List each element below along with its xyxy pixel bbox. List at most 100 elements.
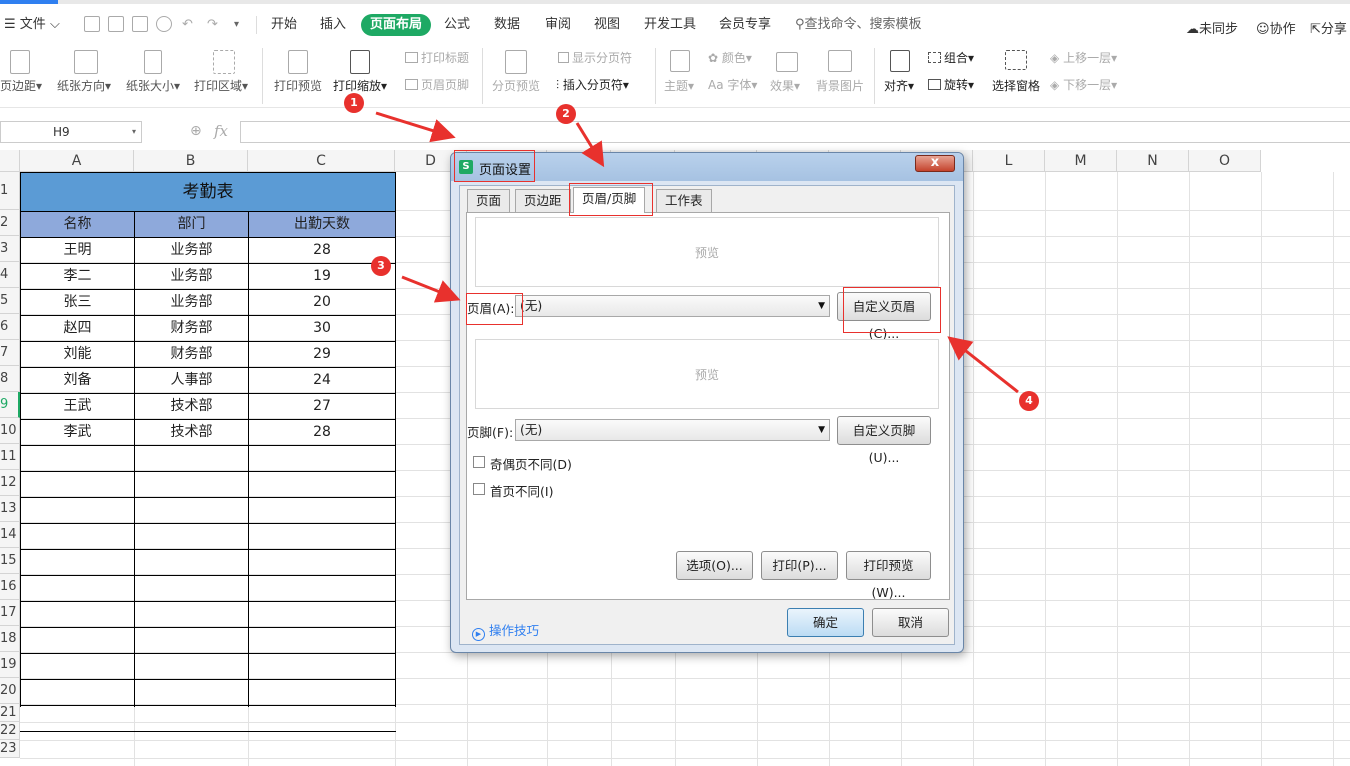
ok-button[interactable]: 确定 [787, 608, 864, 637]
row-header-3[interactable]: 3 [0, 236, 20, 262]
selection-pane-button[interactable]: 选择窗格 [992, 77, 1040, 94]
tab-member[interactable]: 会员专享 [719, 14, 771, 36]
zoom-icon[interactable]: ⊕ [190, 123, 202, 139]
cancel-button[interactable]: 取消 [872, 608, 949, 637]
paper-size-button[interactable]: 纸张大小▾ [126, 77, 180, 94]
tab-home[interactable]: 开始 [271, 14, 297, 36]
export-icon[interactable] [108, 16, 124, 32]
tab-sheet[interactable]: 工作表 [656, 189, 712, 213]
column-header-b[interactable]: B [134, 150, 248, 172]
table-title[interactable]: 考勤表 [21, 173, 395, 211]
table-cell[interactable]: 张三 [21, 290, 134, 316]
odd-even-label[interactable]: 奇偶页不同(D) [490, 454, 572, 473]
tab-formulas[interactable]: 公式 [444, 14, 470, 36]
row-header-12[interactable]: 12 [0, 470, 20, 496]
row-header-1[interactable]: 1 [0, 172, 20, 210]
command-search[interactable]: ⚲查找命令、搜索模板 [795, 14, 922, 36]
row-header-6[interactable]: 6 [0, 314, 20, 340]
row-header-22[interactable]: 22 [0, 722, 20, 740]
footer-select[interactable]: (无) ▼ [515, 419, 830, 441]
share-button[interactable]: ⇱分享 [1310, 18, 1347, 37]
row-header-23[interactable]: 23 [0, 740, 20, 758]
first-page-label[interactable]: 首页不同(I) [490, 481, 553, 500]
tab-review[interactable]: 审阅 [545, 14, 571, 36]
table-cell[interactable]: 业务部 [135, 264, 248, 290]
page-break-preview-button[interactable]: 分页预览 [492, 77, 540, 94]
show-page-breaks-checkbox[interactable]: 显示分页符 [558, 49, 632, 66]
close-button[interactable]: x [915, 155, 955, 172]
table-cell[interactable]: 王明 [21, 238, 134, 264]
table-cell[interactable]: 财务部 [135, 316, 248, 342]
column-header-cell[interactable]: 名称 [21, 212, 134, 238]
table-cell[interactable]: 28 [249, 420, 395, 446]
print-titles-button[interactable]: 打印标题 [405, 49, 469, 66]
column-header-o[interactable]: O [1189, 150, 1261, 172]
row-header-9[interactable]: 9 [0, 392, 20, 418]
custom-footer-button[interactable]: 自定义页脚(U)... [837, 416, 931, 465]
table-cell[interactable]: 技术部 [135, 394, 248, 420]
tab-insert[interactable]: 插入 [320, 14, 346, 36]
row-header-16[interactable]: 16 [0, 574, 20, 600]
table-cell[interactable]: 29 [249, 342, 395, 368]
table-cell[interactable]: 赵四 [21, 316, 134, 342]
row-header-2[interactable]: 2 [0, 210, 20, 236]
row-header-19[interactable]: 19 [0, 652, 20, 678]
print-scale-button[interactable]: 打印缩放▾ [333, 77, 387, 94]
row-header-5[interactable]: 5 [0, 288, 20, 314]
margins-button[interactable]: 页边距▾ [0, 77, 42, 94]
column-header-cell[interactable]: 部门 [135, 212, 248, 238]
table-cell[interactable]: 李二 [21, 264, 134, 290]
row-header-18[interactable]: 18 [0, 626, 20, 652]
table-cell[interactable]: 27 [249, 394, 395, 420]
formula-input[interactable] [240, 121, 1350, 143]
row-header-13[interactable]: 13 [0, 496, 20, 522]
column-header-c[interactable]: C [248, 150, 395, 172]
odd-even-checkbox[interactable] [473, 456, 485, 468]
table-cell[interactable]: 24 [249, 368, 395, 394]
align-button[interactable]: 对齐▾ [884, 77, 914, 94]
fonts-button[interactable]: Aa 字体▾ [708, 76, 757, 93]
table-cell[interactable]: 刘备 [21, 368, 134, 394]
background-image-button[interactable]: 背景图片 [816, 77, 864, 94]
select-all-corner[interactable] [0, 150, 20, 172]
table-cell[interactable]: 20 [249, 290, 395, 316]
column-header-l[interactable]: L [973, 150, 1045, 172]
print-preview-button[interactable]: 打印预览 [274, 77, 322, 94]
theme-button[interactable]: 主题▾ [664, 77, 694, 94]
row-header-4[interactable]: 4 [0, 262, 20, 288]
tips-link[interactable]: ▶ 操作技巧 [472, 620, 539, 641]
print-icon[interactable] [132, 16, 148, 32]
colors-button[interactable]: ✿ 颜色▾ [708, 49, 752, 66]
row-header-20[interactable]: 20 [0, 678, 20, 704]
tab-view[interactable]: 视图 [594, 14, 620, 36]
undo-icon[interactable]: ↶ [182, 14, 193, 36]
table-cell[interactable]: 业务部 [135, 290, 248, 316]
table-cell[interactable]: 人事部 [135, 368, 248, 394]
rotate-button[interactable]: 旋转▾ [928, 76, 974, 93]
column-header-n[interactable]: N [1117, 150, 1189, 172]
send-backward-button[interactable]: ◈ 下移一层▾ [1050, 76, 1117, 93]
header-footer-button[interactable]: 页眉页脚 [405, 76, 469, 93]
print-area-button[interactable]: 打印区域▾ [194, 77, 248, 94]
row-header-21[interactable]: 21 [0, 704, 20, 722]
table-cell[interactable]: 技术部 [135, 420, 248, 446]
row-header-17[interactable]: 17 [0, 600, 20, 626]
table-cell[interactable]: 业务部 [135, 238, 248, 264]
print-button[interactable]: 打印(P)... [761, 551, 838, 580]
header-select[interactable]: (无) ▼ [515, 295, 830, 317]
table-cell[interactable]: 财务部 [135, 342, 248, 368]
table-cell[interactable]: 30 [249, 316, 395, 342]
tab-header-footer[interactable]: 页眉/页脚 [573, 187, 646, 213]
group-button[interactable]: 组合▾ [928, 49, 974, 66]
quick-access-dropdown-icon[interactable]: ▾ [234, 14, 239, 36]
file-menu[interactable]: ☰ 文件 ⌵ [4, 14, 60, 36]
effects-button[interactable]: 效果▾ [770, 77, 800, 94]
row-header-10[interactable]: 10 [0, 418, 20, 444]
save-icon[interactable] [84, 16, 100, 32]
column-header-m[interactable]: M [1045, 150, 1117, 172]
sync-status[interactable]: ☁未同步 [1186, 18, 1238, 37]
row-header-7[interactable]: 7 [0, 340, 20, 366]
table-cell[interactable]: 刘能 [21, 342, 134, 368]
print-preview-icon[interactable] [156, 16, 172, 32]
column-header-a[interactable]: A [20, 150, 134, 172]
